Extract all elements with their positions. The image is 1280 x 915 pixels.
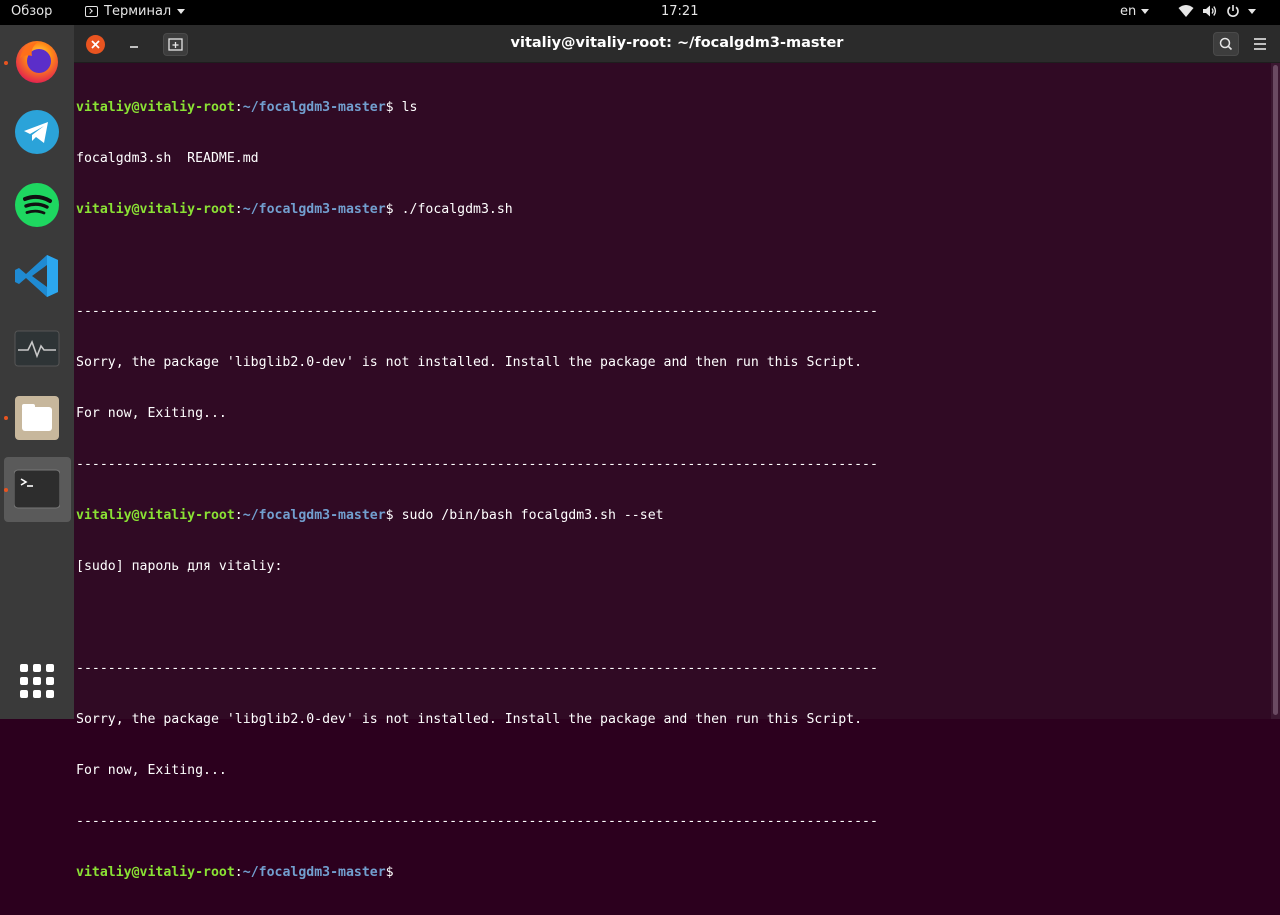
dock-item-terminal[interactable] xyxy=(13,467,61,513)
new-tab-button[interactable] xyxy=(163,33,188,56)
terminal-line: For now, Exiting... xyxy=(76,763,227,778)
close-icon xyxy=(91,40,100,49)
terminal-line: ----------------------------------------… xyxy=(76,457,878,472)
vscode-icon xyxy=(15,255,58,297)
spotify-icon xyxy=(15,183,59,227)
minimize-icon xyxy=(130,46,138,48)
dock-item-files[interactable] xyxy=(14,395,60,441)
terminal-icon xyxy=(85,6,98,17)
dock-item-firefox[interactable] xyxy=(14,38,60,84)
chevron-down-icon xyxy=(1248,8,1256,14)
running-indicator xyxy=(4,488,8,492)
chevron-down-icon xyxy=(1141,9,1150,14)
search-button[interactable] xyxy=(1213,32,1239,56)
dock xyxy=(0,25,74,719)
terminal-line: Sorry, the package 'libglib2.0-dev' is n… xyxy=(76,712,863,727)
terminal-window: vitaliy@vitaliy-root: ~/focalgdm3-master… xyxy=(74,25,1280,880)
running-indicator xyxy=(4,416,8,420)
terminal-line: ----------------------------------------… xyxy=(76,814,878,829)
power-icon xyxy=(1227,5,1239,17)
firefox-icon xyxy=(16,41,58,83)
terminal-icon xyxy=(13,469,61,509)
title-bar[interactable]: vitaliy@vitaliy-root: ~/focalgdm3-master xyxy=(74,25,1280,63)
dock-item-vscode[interactable] xyxy=(14,253,60,299)
top-bar: Обзор Терминал 17:21 en xyxy=(0,0,1280,25)
terminal-line: [sudo] пароль для vitaliy: xyxy=(76,559,283,574)
scrollbar-thumb[interactable] xyxy=(1273,65,1278,715)
terminal-output[interactable]: vitaliy@vitaliy-root:~/focalgdm3-master$… xyxy=(76,65,1266,915)
terminal-line: vitaliy@vitaliy-root:~/focalgdm3-master$… xyxy=(76,202,513,217)
terminal-line: ----------------------------------------… xyxy=(76,304,878,319)
terminal-line: Sorry, the package 'libglib2.0-dev' is n… xyxy=(76,355,863,370)
show-apps-button[interactable] xyxy=(14,661,60,707)
system-monitor-icon xyxy=(14,330,60,367)
keyboard-layout-label: en xyxy=(1120,4,1137,19)
new-tab-icon xyxy=(168,38,183,51)
volume-icon xyxy=(1203,5,1217,17)
keyboard-layout[interactable]: en xyxy=(1120,4,1150,19)
wifi-icon xyxy=(1178,5,1194,17)
dock-item-system-monitor[interactable] xyxy=(14,326,60,372)
app-menu-label: Терминал xyxy=(104,4,172,19)
minimize-button[interactable] xyxy=(124,33,144,55)
app-menu[interactable]: Терминал xyxy=(85,4,186,19)
show-apps-icon xyxy=(20,664,54,698)
running-indicator xyxy=(4,61,8,65)
terminal-line: vitaliy@vitaliy-root:~/focalgdm3-master$ xyxy=(76,865,394,880)
terminal-line: vitaliy@vitaliy-root:~/focalgdm3-master$… xyxy=(76,100,418,115)
dock-item-telegram[interactable] xyxy=(14,109,60,155)
terminal-line: ----------------------------------------… xyxy=(76,661,878,676)
files-icon xyxy=(15,396,59,440)
dock-item-spotify[interactable] xyxy=(14,182,60,228)
close-button[interactable] xyxy=(86,35,105,54)
scrollbar[interactable] xyxy=(1271,63,1280,719)
hamburger-menu-icon xyxy=(1254,38,1266,50)
terminal-line: vitaliy@vitaliy-root:~/focalgdm3-master$… xyxy=(76,508,664,523)
terminal-line: focalgdm3.sh README.md xyxy=(76,151,259,166)
telegram-icon xyxy=(15,110,59,154)
system-tray[interactable] xyxy=(1178,4,1256,18)
chevron-down-icon xyxy=(177,9,186,14)
window-title: vitaliy@vitaliy-root: ~/focalgdm3-master xyxy=(510,35,844,51)
search-icon xyxy=(1219,37,1233,51)
terminal-line: For now, Exiting... xyxy=(76,406,227,421)
clock[interactable]: 17:21 xyxy=(661,4,698,19)
menu-button[interactable] xyxy=(1247,32,1273,56)
activities-button[interactable]: Обзор xyxy=(11,4,52,19)
